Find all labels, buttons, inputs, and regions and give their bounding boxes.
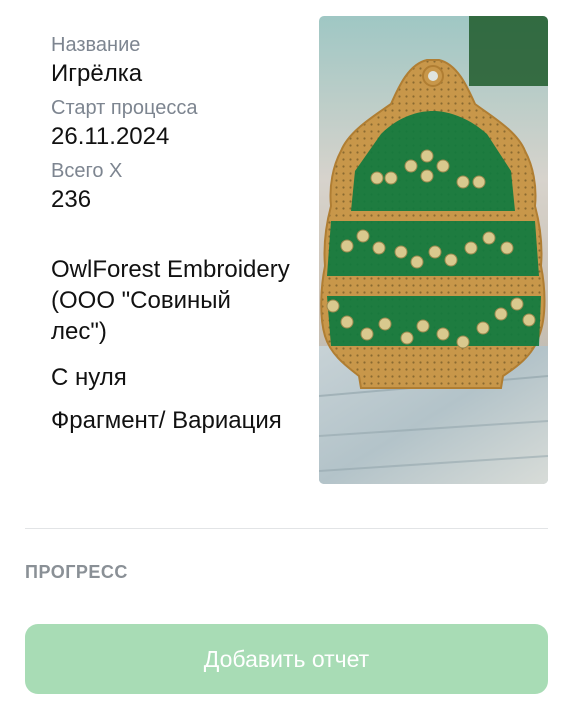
start-date-value: 26.11.2024: [51, 123, 170, 150]
pattern-kind-text: Фрагмент/ Вариация: [51, 407, 282, 434]
total-stitches-value: 236: [51, 186, 92, 213]
manufacturer-text: OwlForest Embroidery (ООО "Совиный лес"): [51, 256, 290, 345]
total-stitches-label: Всего X: [51, 160, 123, 182]
section-divider: [25, 528, 548, 529]
start-mode-text: С нуля: [51, 364, 127, 391]
name-label: Название: [51, 34, 141, 56]
pattern-photo[interactable]: [319, 16, 548, 484]
progress-section-title: ПРОГРЕСС: [25, 562, 128, 582]
name-value: Игрёлка: [51, 60, 143, 87]
start-label: Старт процесса: [51, 97, 198, 119]
pattern-details: Название Игрёлка Старт процесса 26.11.20…: [51, 32, 301, 215]
add-report-button[interactable]: Добавить отчет: [25, 624, 548, 694]
